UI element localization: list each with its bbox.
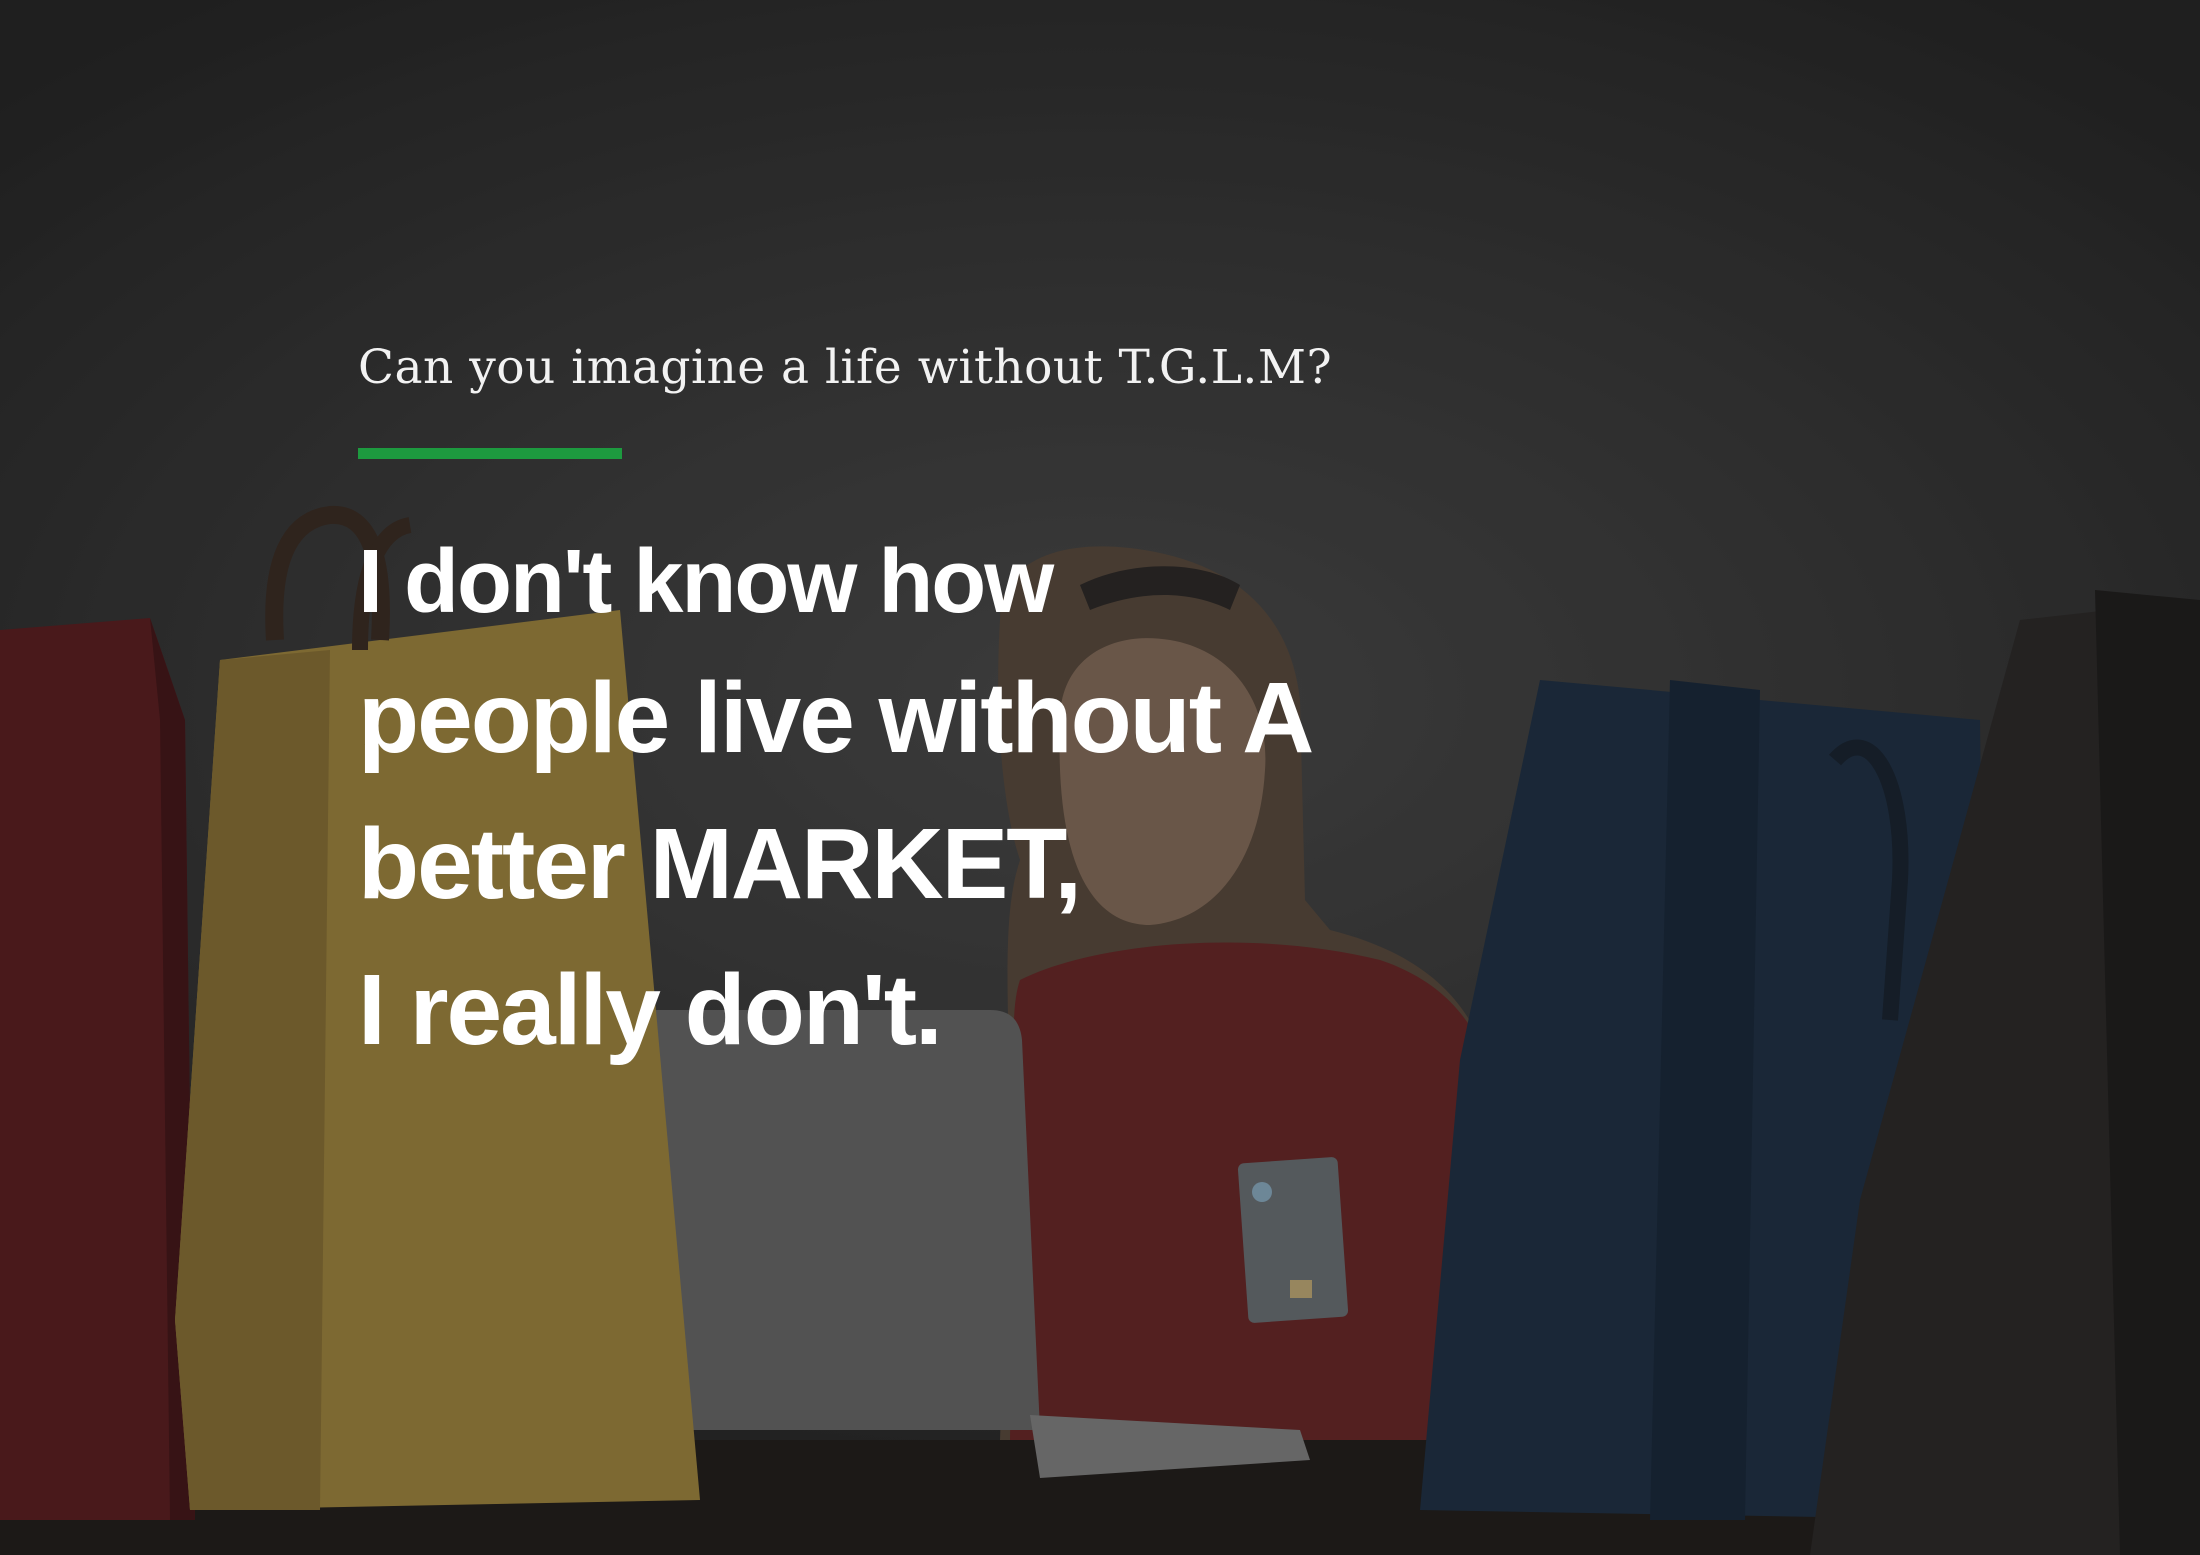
kicker-text: Can you imagine a life without T.G.L.M? [358,340,1333,395]
headline-line-3: better MARKET, [358,808,1082,921]
headline-line-2: people live without A [358,662,1314,775]
text-block: Can you imagine a life without T.G.L.M? … [358,340,1858,1083]
headline: I don't know how people live without A b… [358,519,1858,1083]
headline-line-4: I really don't. [358,954,943,1067]
headline-line-1: I don't know how [358,532,1054,633]
poster: Can you imagine a life without T.G.L.M? … [0,0,2200,1555]
accent-divider [358,448,622,460]
